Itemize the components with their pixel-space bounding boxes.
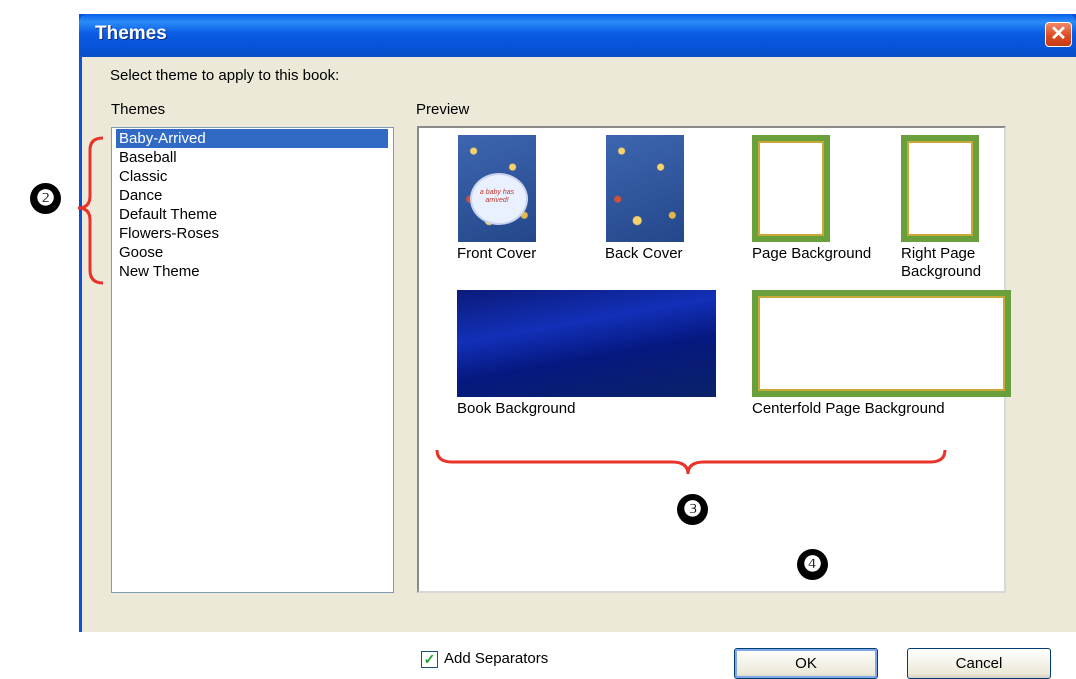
cancel-button[interactable]: Cancel — [907, 648, 1051, 679]
bottom-brace-annotation — [435, 449, 947, 475]
add-separators-checkbox[interactable]: ✓ — [421, 651, 438, 668]
checkmark-icon: ✓ — [423, 651, 436, 667]
add-separators-label[interactable]: Add Separators — [444, 650, 548, 667]
ok-button[interactable]: OK — [734, 648, 878, 679]
annotation-brackets — [77, 136, 947, 475]
left-brace-annotation — [77, 136, 104, 285]
